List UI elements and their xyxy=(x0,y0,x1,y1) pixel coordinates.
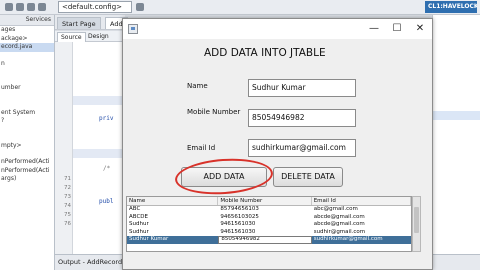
email-field[interactable]: sudhirkumar@gmail.com xyxy=(248,139,356,157)
code-highlight xyxy=(73,149,125,158)
mobile-field[interactable]: 85054946982 xyxy=(248,109,356,127)
table-cell-editor[interactable]: 85054946982 xyxy=(218,236,312,244)
code-editor[interactable]: priv /* publ xyxy=(73,42,125,254)
table-cell[interactable]: Sudhur xyxy=(127,221,218,229)
jframe-window: — ☐ ✕ ADD DATA INTO JTABLE Name Sudhur K… xyxy=(122,18,433,270)
table-row[interactable]: Sudhur 9461561030 abcde@gmail.com xyxy=(127,221,411,229)
line-number: 73 xyxy=(64,194,71,200)
table-cell[interactable]: Sudhur Kumar xyxy=(127,236,218,244)
run-icon[interactable] xyxy=(136,3,144,11)
code-highlight xyxy=(73,96,125,105)
records-table[interactable]: Name Mobile Number Email Id ABC 85794656… xyxy=(126,196,412,252)
scrollbar-thumb[interactable] xyxy=(414,207,419,233)
run-config-select[interactable]: <default.config> xyxy=(58,1,132,13)
code-comment: /* xyxy=(103,165,111,172)
table-cell[interactable]: sudhir@gmail.com xyxy=(312,229,411,237)
minimize-icon[interactable]: — xyxy=(363,21,385,37)
tab-design[interactable]: Design xyxy=(85,32,112,41)
services-tab[interactable]: Services xyxy=(0,15,54,26)
name-field[interactable]: Sudhur Kumar xyxy=(248,79,356,97)
line-number: 71 xyxy=(64,176,71,182)
email-label: Email Id xyxy=(187,144,216,152)
column-header-email[interactable]: Email Id xyxy=(312,197,411,205)
table-row[interactable]: ABC 85794656103 abc@gmail.com xyxy=(127,206,411,214)
tree-item[interactable]: ecord.java xyxy=(0,43,54,52)
tree-item[interactable]: args) xyxy=(0,175,54,184)
table-cell[interactable]: abcde@gmail.com xyxy=(312,214,411,222)
line-number: 72 xyxy=(64,185,71,191)
java-app-icon xyxy=(128,24,138,34)
tree-item[interactable]: ackage> xyxy=(0,35,54,44)
delete-data-button[interactable]: DELETE DATA xyxy=(273,167,343,187)
table-row[interactable]: Sudhur 9461561030 sudhir@gmail.com xyxy=(127,229,411,237)
tree-item[interactable]: ages xyxy=(0,26,54,35)
ide-toolbar: <default.config> CL1:HAVELOCKPAT xyxy=(0,0,480,15)
table-cell[interactable]: 9461561030 xyxy=(218,221,311,229)
column-header-name[interactable]: Name xyxy=(127,197,219,205)
code-keyword: priv xyxy=(99,115,114,122)
table-cell[interactable]: ABCDE xyxy=(127,214,218,222)
tree-item[interactable]: n xyxy=(0,60,54,69)
tree-item[interactable]: nPerformed(Acti xyxy=(0,167,54,176)
tree-item[interactable]: mpty> xyxy=(0,142,54,151)
table-cell[interactable]: abc@gmail.com xyxy=(312,206,411,214)
table-cell[interactable]: 85794656103 xyxy=(218,206,311,214)
tree-item[interactable]: umber xyxy=(0,84,54,93)
code-keyword: publ xyxy=(99,198,114,205)
annotation-circle xyxy=(173,155,275,198)
name-label: Name xyxy=(187,82,208,90)
table-scrollbar[interactable] xyxy=(412,196,421,252)
toolbar-icon[interactable] xyxy=(27,3,35,11)
toolbar-icon[interactable] xyxy=(5,3,13,11)
code-highlight xyxy=(433,111,480,120)
code-editor-right xyxy=(432,15,480,254)
tree-item[interactable]: ent System xyxy=(0,109,54,118)
editor-subtabs: Source Design xyxy=(55,31,125,43)
maximize-icon[interactable]: ☐ xyxy=(386,21,408,37)
tree-item[interactable]: nPerformed(Acti xyxy=(0,158,54,167)
table-row[interactable]: ABCDE 94656103025 abcde@gmail.com xyxy=(127,214,411,222)
column-header-mobile[interactable]: Mobile Number xyxy=(218,197,312,205)
table-cell[interactable]: sudhirkumar@gmail.com xyxy=(312,236,411,244)
tree-item[interactable]: ? xyxy=(0,117,54,126)
screen: <default.config> CL1:HAVELOCKPAT Service… xyxy=(0,0,480,270)
window-title-bar[interactable]: — ☐ ✕ xyxy=(123,19,432,39)
project-panel: Services ages ackage> ecord.java n umber… xyxy=(0,15,55,270)
table-cell[interactable]: Sudhur xyxy=(127,229,218,237)
tab-start-page[interactable]: Start Page xyxy=(57,17,101,29)
toolbar-icon[interactable] xyxy=(38,3,46,11)
line-number: 75 xyxy=(64,212,71,218)
close-icon[interactable]: ✕ xyxy=(409,21,431,37)
table-cell[interactable]: abcde@gmail.com xyxy=(312,221,411,229)
table-header: Name Mobile Number Email Id xyxy=(127,197,411,206)
toolbar-icon[interactable] xyxy=(16,3,24,11)
line-number: 76 xyxy=(64,221,71,227)
table-cell[interactable]: 9461561030 xyxy=(218,229,311,237)
line-number: 74 xyxy=(64,203,71,209)
mobile-label: Mobile Number xyxy=(187,108,241,116)
ide-badge: CL1:HAVELOCKPAT xyxy=(425,1,477,13)
editor-tabs: Start Page Add xyxy=(55,15,128,30)
table-row-selected[interactable]: Sudhur Kumar 85054946982 sudhirkumar@gma… xyxy=(127,236,411,244)
line-gutter: 71 72 73 74 75 76 xyxy=(55,42,73,254)
table-cell[interactable]: 94656103025 xyxy=(218,214,311,222)
form-heading: ADD DATA INTO JTABLE xyxy=(204,47,326,59)
table-cell[interactable]: ABC xyxy=(127,206,218,214)
